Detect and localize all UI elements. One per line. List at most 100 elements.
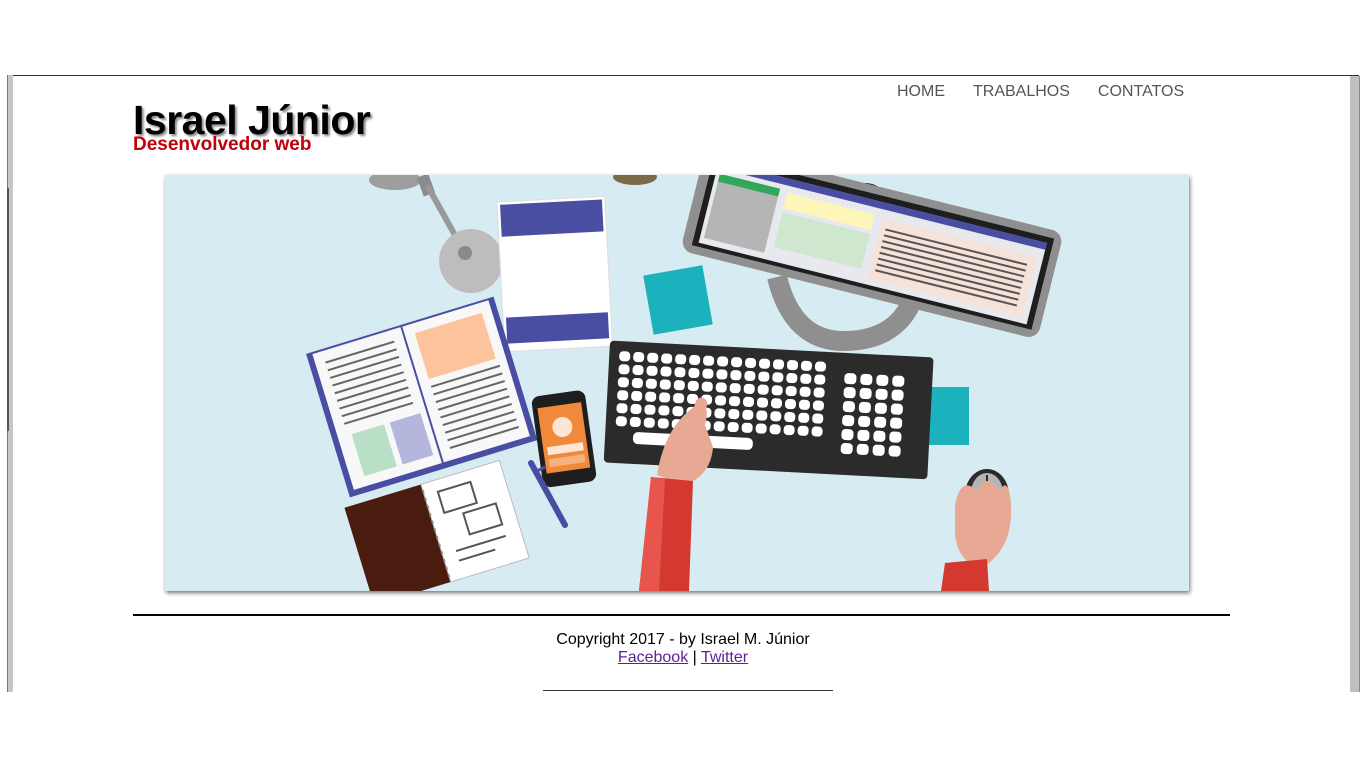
tablet (496, 195, 614, 353)
keyboard-key (647, 352, 659, 363)
keypad-key (874, 402, 887, 414)
keypad-key (856, 443, 869, 456)
footer-divider (133, 614, 1230, 616)
keyboard-key (616, 403, 628, 414)
keyboard-key (673, 380, 685, 391)
keyboard-key (645, 378, 657, 389)
keyboard-key (812, 413, 824, 424)
keypad-key (875, 388, 888, 400)
link-separator: | (692, 649, 697, 666)
keypad-key (874, 416, 887, 428)
footer-copyright: Copyright 2017 - by Israel M. Júnior (556, 631, 810, 648)
keypad-key (858, 415, 871, 428)
keyboard-key (618, 364, 630, 375)
keyboard-key (758, 371, 770, 382)
keyboard-key (730, 370, 742, 381)
sticky-note (643, 265, 713, 335)
keyboard-key (811, 426, 823, 437)
keyboard-key (742, 409, 754, 420)
keyboard-key (673, 393, 685, 404)
nav-home-link[interactable]: HOME (897, 83, 945, 101)
bottom-divider (543, 690, 833, 691)
keyboard-key (741, 422, 753, 433)
keyboard-key (658, 405, 670, 416)
keypad-key (889, 431, 902, 443)
keyboard-key (800, 360, 813, 371)
keypad-key (890, 417, 903, 429)
keyboard-key (770, 398, 783, 409)
keyboard-key (713, 421, 725, 432)
keyboard-key (702, 368, 714, 379)
keyboard-key (728, 409, 740, 420)
vertical-scrollbar[interactable] (1350, 76, 1360, 692)
site-subtitle: Desenvolvedor web (133, 134, 312, 155)
keyboard-key (772, 359, 785, 370)
keyboard-key (798, 412, 810, 423)
workspace-illustration (165, 175, 1189, 591)
keyboard-key (742, 396, 755, 407)
keyboard-key (631, 377, 643, 389)
keyboard-key (812, 400, 824, 411)
keyboard-key (727, 422, 739, 433)
keyboard-key (643, 417, 655, 428)
keyboard-key (617, 390, 629, 401)
keypad-key (857, 429, 870, 442)
keyboard-key (717, 356, 729, 367)
keyboard-key (769, 424, 781, 435)
keyboard-key (729, 383, 741, 394)
keyboard (603, 340, 934, 480)
keyboard-key (646, 365, 658, 376)
keyboard-key (800, 373, 812, 384)
keyboard-key (770, 411, 782, 422)
keyboard-key (688, 367, 700, 379)
keyboard-key (784, 411, 796, 423)
frame-left-accent (7, 188, 9, 431)
keyboard-key (715, 395, 727, 406)
keyboard-key (786, 373, 798, 384)
keyboard-key (644, 404, 656, 415)
keyboard-key (714, 408, 726, 419)
twitter-link[interactable]: Twitter (701, 649, 748, 666)
keypad-key (873, 430, 886, 442)
keyboard-key (785, 386, 797, 397)
keyboard-key (784, 398, 797, 410)
nav-trabalhos-link[interactable]: TRABALHOS (973, 83, 1070, 101)
facebook-link[interactable]: Facebook (618, 649, 688, 666)
keyboard-key (798, 399, 811, 410)
keyboard-key (813, 387, 825, 398)
keyboard-key (619, 351, 631, 362)
keyboard-key (772, 372, 784, 383)
keyboard-key (745, 357, 757, 369)
keyboard-key (645, 391, 657, 402)
keypad-key (876, 374, 889, 386)
keyboard-key (743, 383, 755, 394)
keypad-key (891, 389, 904, 401)
keyboard-key (617, 377, 629, 388)
keyboard-key (687, 380, 699, 392)
keyboard-key (615, 416, 627, 427)
keyboard-key (689, 354, 701, 366)
keypad-key (859, 387, 872, 400)
keypad-key (890, 403, 903, 415)
keypad-key (840, 442, 853, 455)
keypad-key (860, 373, 873, 386)
keyboard-key (672, 406, 684, 417)
keyboard-key (799, 386, 811, 397)
keyboard-key (756, 410, 768, 421)
keypad-key (888, 445, 901, 457)
keyboard-key (715, 382, 727, 393)
keyboard-key (786, 360, 799, 371)
keyboard-key (675, 354, 687, 365)
nav-contatos-link[interactable]: CONTATOS (1098, 83, 1184, 101)
keyboard-key (659, 392, 671, 403)
keyboard-key (759, 358, 771, 369)
keyboard-key (631, 390, 643, 402)
keyboard-key (814, 374, 826, 385)
keyboard-key (744, 370, 756, 381)
keyboard-key (757, 384, 769, 395)
keyboard-key (660, 366, 672, 377)
footer-social-links: Facebook | Twitter (0, 649, 1366, 667)
keyboard-key (661, 353, 673, 364)
keyboard-key (701, 381, 713, 392)
keyboard-key (731, 357, 743, 368)
